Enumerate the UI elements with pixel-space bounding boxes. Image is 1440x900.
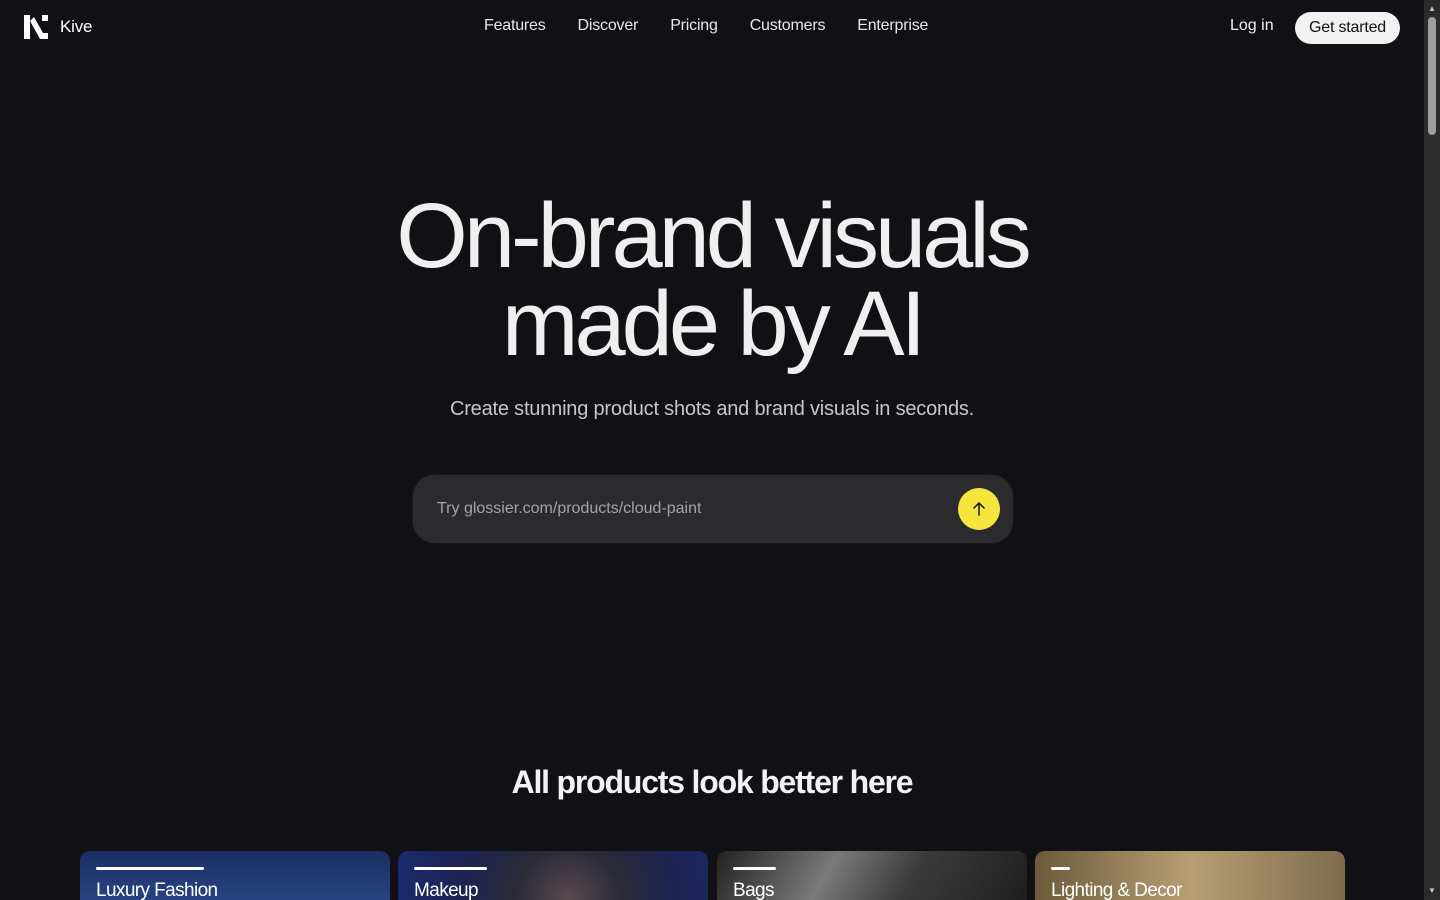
card-progress-bar xyxy=(733,867,776,870)
hero-title-line-2: made by AI xyxy=(501,273,926,375)
hero-title: On-brand visuals made by AI xyxy=(0,190,1424,370)
card-label: Makeup xyxy=(414,880,479,900)
page-scrollbar[interactable]: ▲ ▼ xyxy=(1424,0,1440,900)
nav-discover-link[interactable]: Discover xyxy=(578,16,639,36)
nav-enterprise-link[interactable]: Enterprise xyxy=(857,16,928,36)
card-progress-bar xyxy=(1051,867,1070,870)
arrow-up-icon xyxy=(973,502,985,516)
category-card-makeup[interactable]: Makeup xyxy=(398,851,708,900)
category-card-lighting-decor[interactable]: Lighting & Decor xyxy=(1035,851,1345,900)
scrollbar-thumb[interactable] xyxy=(1428,17,1436,135)
scroll-down-arrow-icon[interactable]: ▼ xyxy=(1424,884,1440,898)
products-section-title: All products look better here xyxy=(511,764,914,800)
product-url-form xyxy=(413,475,1013,543)
scroll-up-arrow-icon[interactable]: ▲ xyxy=(1424,2,1440,16)
kive-logo-icon xyxy=(24,15,48,39)
nav-features-link[interactable]: Features xyxy=(484,16,546,36)
get-started-button[interactable]: Get started xyxy=(1295,12,1400,44)
card-label: Bags xyxy=(733,880,775,900)
product-url-input[interactable] xyxy=(437,495,937,523)
main-nav: Features Discover Pricing Customers Ente… xyxy=(484,16,960,36)
brand-name: Kive xyxy=(60,17,93,36)
hero-title-line-1: On-brand visuals xyxy=(396,185,1031,287)
category-card-luxury-fashion[interactable]: Luxury Fashion xyxy=(80,851,390,900)
card-progress-bar xyxy=(414,867,487,870)
category-card-bags[interactable]: Bags xyxy=(717,851,1027,900)
card-label: Luxury Fashion xyxy=(96,880,218,900)
submit-button[interactable] xyxy=(958,488,1000,530)
home-logo-link[interactable]: Kive xyxy=(24,15,92,39)
site-header: Kive Features Discover Pricing Customers… xyxy=(0,0,1424,54)
nav-customers-link[interactable]: Customers xyxy=(750,16,826,36)
login-link[interactable]: Log in xyxy=(1230,16,1274,36)
nav-pricing-link[interactable]: Pricing xyxy=(670,16,718,36)
hero-subtitle: Create stunning product shots and brand … xyxy=(449,398,975,420)
card-label: Lighting & Decor xyxy=(1051,880,1182,900)
card-progress-bar xyxy=(96,867,204,870)
